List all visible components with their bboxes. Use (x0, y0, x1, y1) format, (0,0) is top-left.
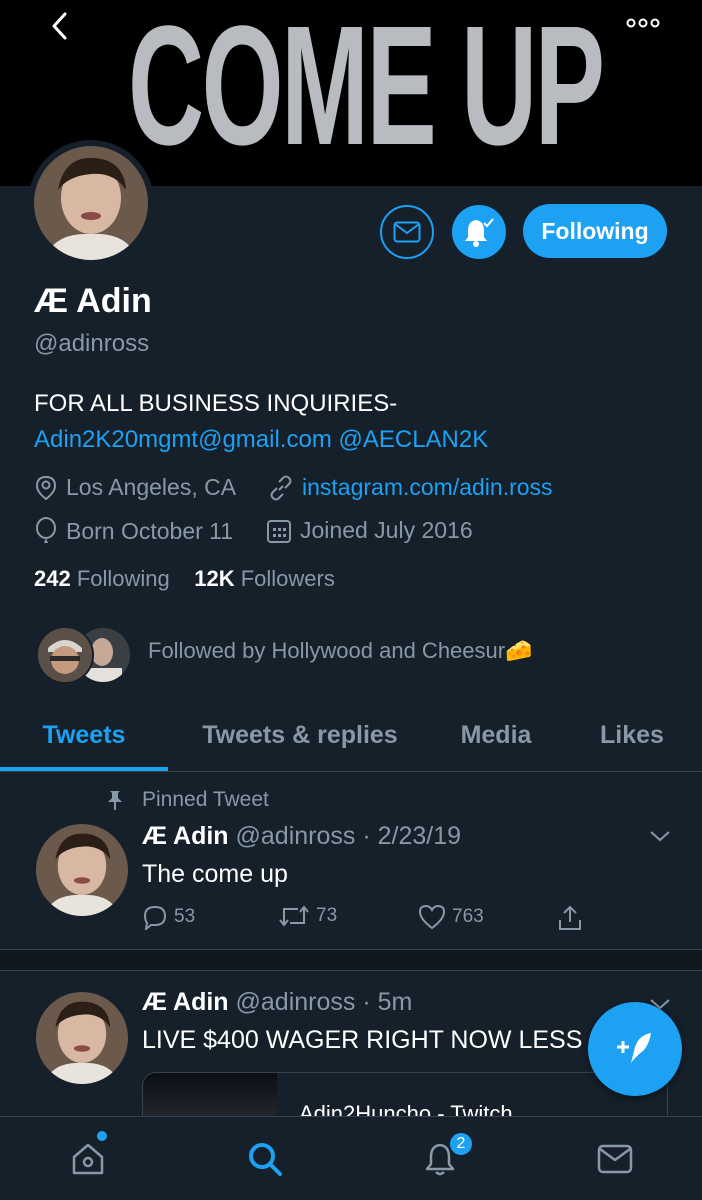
nav-search[interactable] (243, 1137, 287, 1181)
join-date-text: Joined July 2016 (300, 517, 473, 543)
tweet-author-name[interactable]: Æ Adin (142, 822, 229, 850)
compose-tweet-button[interactable] (588, 1002, 682, 1096)
reply-icon (143, 905, 167, 930)
envelope-icon (597, 1144, 633, 1174)
bio-text: FOR ALL BUSINESS INQUIRIES- (34, 390, 398, 417)
followed-by-text[interactable]: Followed by Hollywood and Cheesur🧀 (148, 638, 532, 664)
nav-home[interactable] (66, 1137, 110, 1181)
retweet-count: 73 (316, 905, 338, 926)
tweet-text: LIVE $400 WAGER RIGHT NOW LESS (142, 1026, 583, 1054)
home-new-indicator (97, 1131, 107, 1141)
heart-icon (418, 904, 446, 930)
nav-messages[interactable] (593, 1137, 637, 1181)
tweet-separator (0, 949, 702, 971)
pin-icon (108, 791, 122, 810)
followers-label: Followers (240, 566, 335, 591)
tweet-author-name[interactable]: Æ Adin (142, 988, 229, 1016)
compose-feather-icon (617, 1033, 651, 1063)
profile-tabs: Tweets Tweets & replies Media Likes (0, 706, 702, 772)
tweet-header: Æ Adin @adinross · 2/23/19 (142, 822, 461, 851)
profile-handle: @adinross (34, 330, 150, 357)
tweet-handle-time: @adinross · 5m (235, 988, 413, 1016)
bell-check-icon (465, 218, 494, 247)
following-stat[interactable]: 242 Following (34, 566, 170, 591)
profile-name: Æ Adin (34, 282, 152, 320)
retweet-button[interactable]: 73 (278, 904, 337, 928)
tweet-avatar[interactable] (36, 992, 128, 1084)
tweet-text: The come up (142, 860, 288, 888)
retweet-icon (279, 905, 309, 927)
location: Los Angeles, CA (34, 474, 236, 501)
tweet-handle-time: @adinross · 2/23/19 (235, 822, 462, 850)
follower-avatar (36, 626, 94, 684)
balloon-icon (36, 517, 56, 543)
following-button[interactable]: Following (523, 204, 667, 258)
bio-email-link[interactable]: Adin2K20mgmt@gmail.com (34, 426, 332, 453)
website[interactable]: instagram.com/adin.ross (268, 474, 553, 501)
active-tab-indicator (0, 767, 168, 771)
birthday-text: Born October 11 (66, 517, 234, 544)
tweet-header: Æ Adin @adinross · 5m (142, 988, 412, 1017)
like-count: 763 (452, 906, 484, 927)
bio-links: Adin2K20mgmt@gmail.com @AECLAN2K (34, 426, 488, 454)
location-text: Los Angeles, CA (66, 474, 237, 500)
message-button[interactable] (380, 205, 434, 259)
share-icon (559, 905, 581, 930)
home-icon (72, 1143, 104, 1175)
reply-button[interactable]: 53 (142, 904, 195, 930)
location-pin-icon (35, 475, 57, 500)
reply-count: 53 (174, 906, 196, 927)
followed-by-avatars[interactable] (36, 626, 132, 684)
chevron-down-icon[interactable] (648, 828, 672, 844)
notifications-toggle-button[interactable] (452, 205, 506, 259)
birthday: Born October 11 (34, 517, 233, 545)
following-label: Following (76, 566, 170, 591)
following-count: 242 (34, 566, 71, 591)
follow-stats: 242 Following 12K Followers (34, 566, 335, 592)
followers-stat[interactable]: 12K Followers (194, 566, 335, 591)
tab-tweets[interactable]: Tweets (0, 706, 168, 772)
join-date: Joined July 2016 (266, 517, 473, 544)
more-dots-icon (626, 18, 660, 28)
back-button[interactable] (40, 6, 80, 46)
tab-tweets-replies[interactable]: Tweets & replies (178, 706, 422, 772)
banner-text: COME UP (128, 0, 605, 181)
calendar-icon (267, 519, 291, 543)
tab-likes[interactable]: Likes (574, 706, 690, 772)
website-link[interactable]: instagram.com/adin.ross (302, 474, 553, 501)
search-icon (249, 1143, 282, 1176)
chevron-left-icon (52, 12, 67, 40)
like-button[interactable]: 763 (418, 904, 484, 930)
followers-count: 12K (194, 566, 235, 591)
tweet-avatar[interactable] (36, 824, 128, 916)
notifications-badge: 2 (448, 1131, 474, 1157)
envelope-icon (393, 221, 421, 243)
profile-avatar[interactable] (28, 140, 154, 266)
share-button[interactable] (556, 904, 584, 932)
pinned-tweet-text: Pinned Tweet (142, 788, 269, 811)
tab-media[interactable]: Media (436, 706, 556, 772)
pinned-label: Pinned Tweet (104, 788, 269, 812)
bottom-navigation (0, 1116, 702, 1200)
bio-mention-link[interactable]: @AECLAN2K (338, 426, 488, 453)
link-icon (270, 475, 292, 500)
more-options-button[interactable] (618, 8, 668, 38)
